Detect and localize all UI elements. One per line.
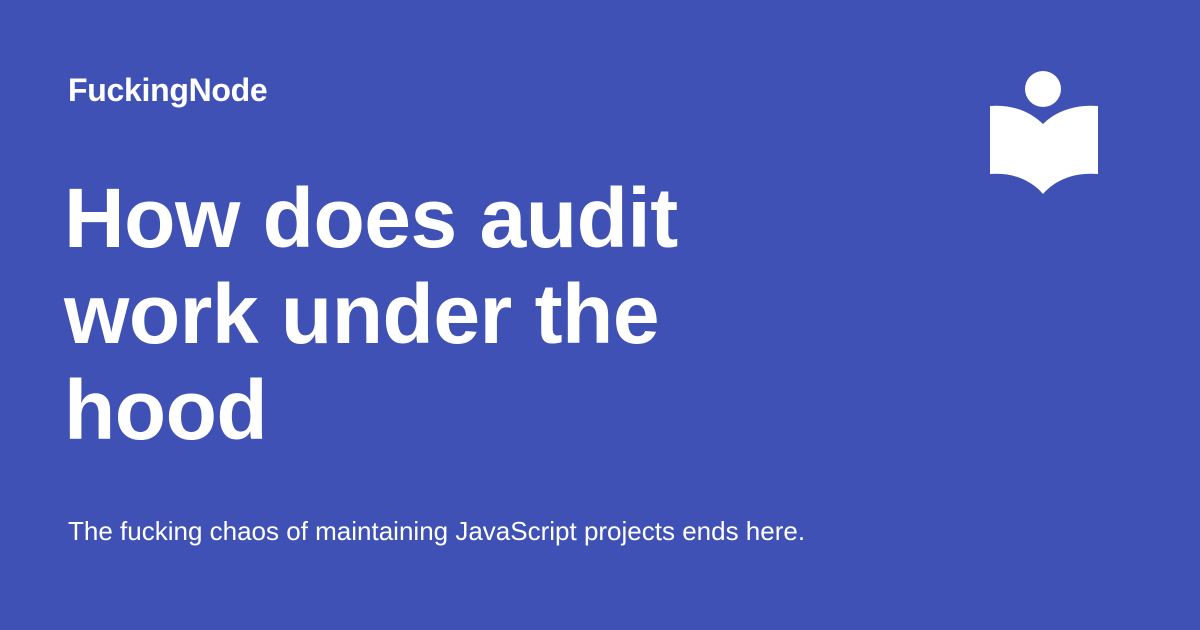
title-line-2: work under the <box>64 267 660 361</box>
title-line-3: hood <box>64 363 268 457</box>
reader-book-icon <box>988 70 1100 198</box>
tagline: The fucking chaos of maintaining JavaScr… <box>68 516 806 546</box>
social-card: FuckingNode How does audit work under th… <box>0 0 1200 630</box>
site-name: FuckingNode <box>68 72 268 108</box>
page-title: How does audit work under the hood <box>64 170 784 458</box>
title-line-1: How does audit <box>64 171 678 265</box>
